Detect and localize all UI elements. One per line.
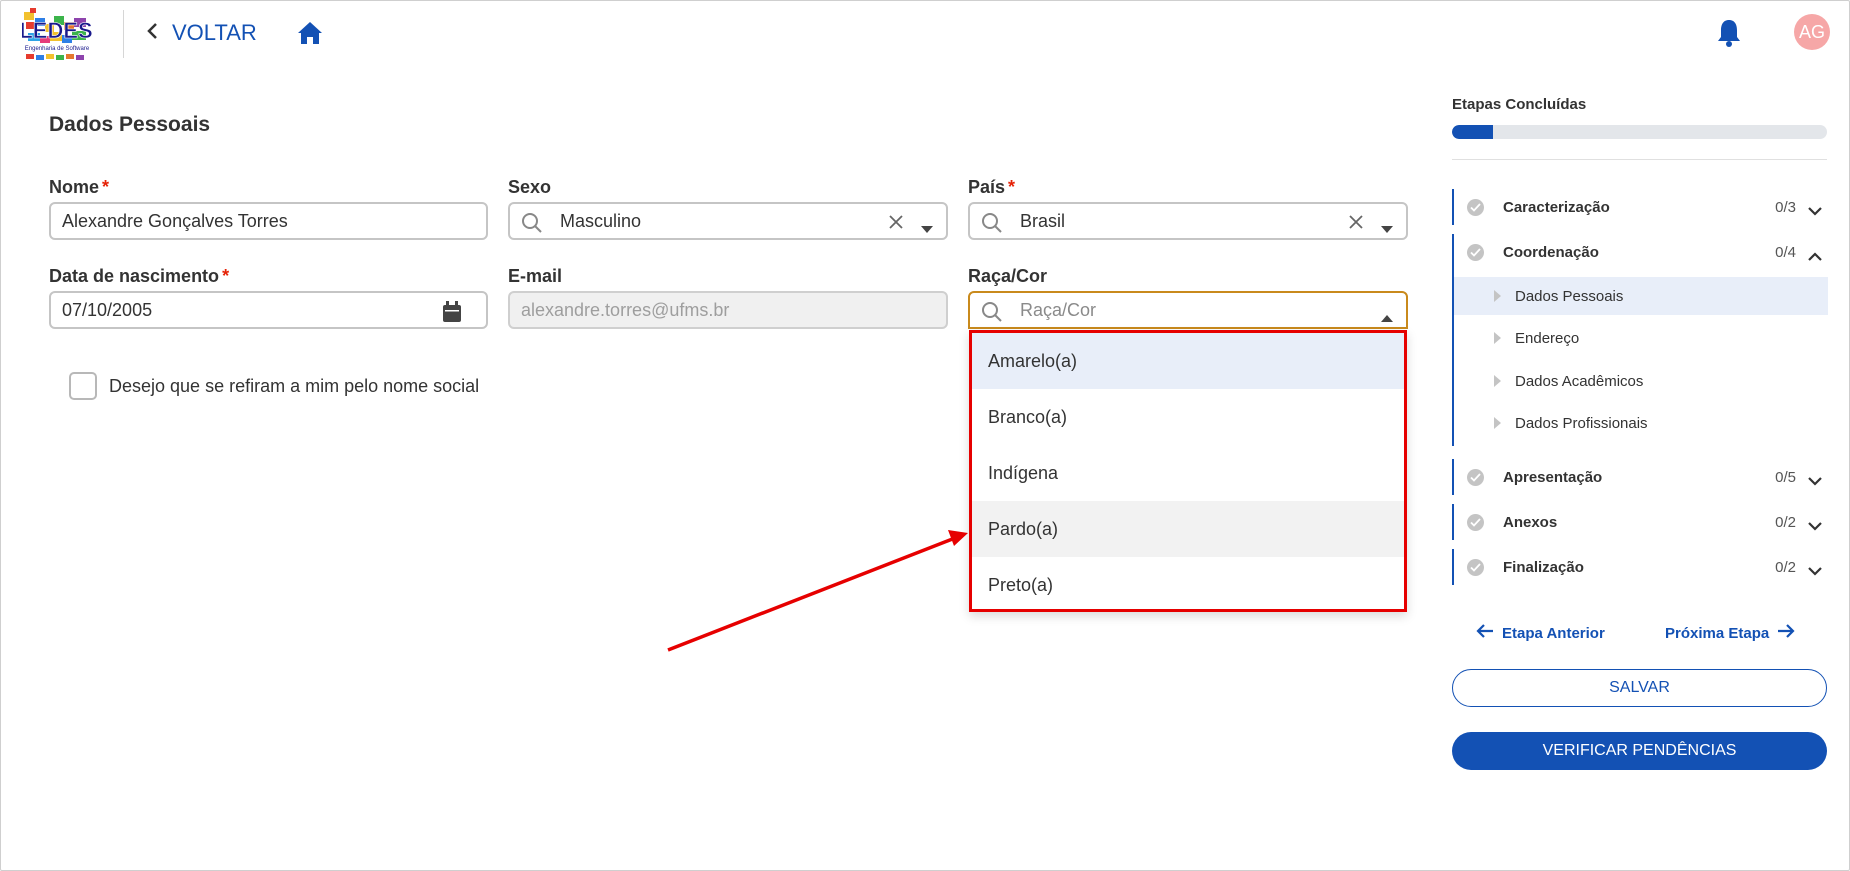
check-circle-icon bbox=[1467, 243, 1484, 261]
nome-value: Alexandre Gonçalves Torres bbox=[62, 210, 288, 231]
clear-icon[interactable] bbox=[1348, 214, 1364, 230]
search-icon bbox=[981, 301, 1003, 323]
avatar-initials: AG bbox=[1798, 21, 1825, 42]
chevron-down-icon[interactable] bbox=[1808, 473, 1822, 486]
raca-label: Raça/Cor bbox=[968, 266, 1048, 286]
svg-text:LEDES: LEDES bbox=[22, 18, 92, 43]
substep-label: Dados Profissionais bbox=[1515, 414, 1648, 432]
caret-up-icon[interactable] bbox=[1380, 307, 1394, 322]
nascimento-input[interactable]: 07/10/2005 bbox=[49, 291, 488, 329]
calendar-icon[interactable] bbox=[442, 301, 462, 323]
check-circle-icon bbox=[1467, 558, 1484, 576]
nome-label-text: Nome bbox=[49, 177, 100, 197]
page-title: Dados Pessoais bbox=[49, 113, 211, 136]
dropdown-option[interactable]: Pardo(a) bbox=[972, 501, 1404, 557]
step-label: Caracterização bbox=[1503, 198, 1610, 216]
dropdown-option[interactable]: Branco(a) bbox=[972, 389, 1404, 445]
arrow-right-icon bbox=[1777, 623, 1795, 643]
chevron-down-icon[interactable] bbox=[1808, 203, 1822, 216]
step-finalizacao[interactable]: Finalização 0/2 bbox=[1452, 549, 1830, 585]
check-circle-icon bbox=[1467, 198, 1484, 216]
caret-right-icon bbox=[1494, 375, 1501, 387]
required-mark: * bbox=[102, 177, 110, 197]
prev-step-button[interactable]: Etapa Anterior bbox=[1476, 618, 1605, 648]
back-label: VOLTAR bbox=[172, 20, 257, 45]
caret-right-icon bbox=[1494, 290, 1501, 302]
raca-select[interactable]: Raça/Cor bbox=[968, 291, 1408, 329]
nome-input[interactable]: Alexandre Gonçalves Torres bbox=[49, 202, 488, 240]
nascimento-label: Data de nascimento * bbox=[49, 266, 229, 287]
nascimento-value: 07/10/2005 bbox=[62, 299, 153, 320]
nome-label: Nome * bbox=[49, 177, 109, 198]
chevron-left-icon bbox=[146, 20, 158, 46]
raca-dropdown-list: Amarelo(a) Branco(a) Indígena Pardo(a) P… bbox=[969, 330, 1407, 612]
step-label: Finalização bbox=[1503, 558, 1584, 576]
check-circle-icon bbox=[1467, 513, 1484, 531]
svg-text:Engenharia de Software: Engenharia de Software bbox=[25, 46, 90, 52]
dropdown-option[interactable]: Preto(a) bbox=[972, 557, 1404, 613]
header-divider bbox=[123, 10, 124, 58]
panel-divider bbox=[1452, 159, 1827, 160]
nascimento-label-text: Data de nascimento bbox=[49, 266, 220, 286]
caret-down-icon[interactable] bbox=[1380, 218, 1394, 233]
substep-dados-pessoais[interactable]: Dados Pessoais bbox=[1454, 277, 1828, 315]
email-value: alexandre.torres@ufms.br bbox=[521, 299, 730, 320]
nome-social-checkbox[interactable] bbox=[69, 372, 97, 400]
step-anexos[interactable]: Anexos 0/2 bbox=[1452, 504, 1830, 540]
sexo-select[interactable]: Masculino bbox=[508, 202, 948, 240]
chevron-down-icon[interactable] bbox=[1808, 563, 1822, 576]
email-label: E-mail bbox=[508, 266, 563, 286]
pais-label: País * bbox=[968, 177, 1015, 198]
step-coordenacao[interactable]: Coordenação 0/4 bbox=[1452, 234, 1830, 270]
arrow-left-icon bbox=[1476, 623, 1494, 643]
search-icon bbox=[521, 212, 543, 234]
required-mark: * bbox=[222, 266, 230, 286]
back-button[interactable]: VOLTAR bbox=[146, 18, 257, 48]
dropdown-option[interactable]: Amarelo(a) bbox=[972, 333, 1404, 389]
step-count: 0/5 bbox=[1775, 468, 1796, 486]
bell-icon[interactable] bbox=[1716, 18, 1742, 48]
caret-down-icon[interactable] bbox=[920, 218, 934, 233]
substep-dados-profissionais[interactable]: Dados Profissionais bbox=[1454, 404, 1828, 442]
substep-endereco[interactable]: Endereço bbox=[1454, 319, 1828, 357]
caret-right-icon bbox=[1494, 332, 1501, 344]
next-step-button[interactable]: Próxima Etapa bbox=[1665, 618, 1795, 648]
required-mark: * bbox=[1008, 177, 1016, 197]
clear-icon[interactable] bbox=[888, 214, 904, 230]
step-label: Anexos bbox=[1503, 513, 1558, 531]
chevron-down-icon[interactable] bbox=[1808, 518, 1822, 531]
progress-fill bbox=[1452, 125, 1494, 139]
sexo-label: Sexo bbox=[508, 177, 552, 197]
chevron-up-icon[interactable] bbox=[1808, 248, 1822, 261]
home-icon[interactable] bbox=[296, 20, 324, 48]
dropdown-option[interactable]: Indígena bbox=[972, 445, 1404, 501]
prev-step-label: Etapa Anterior bbox=[1502, 624, 1605, 642]
next-step-label: Próxima Etapa bbox=[1665, 624, 1770, 642]
verify-pending-button[interactable]: VERIFICAR PENDÊNCIAS bbox=[1452, 732, 1827, 770]
nome-social-label: Desejo que se refiram a mim pelo nome so… bbox=[109, 376, 480, 396]
substep-label: Dados Acadêmicos bbox=[1515, 372, 1644, 390]
user-avatar[interactable]: AG bbox=[1794, 14, 1830, 50]
step-count: 0/4 bbox=[1775, 243, 1796, 261]
save-button[interactable]: SALVAR bbox=[1452, 669, 1827, 707]
ledes-logo: LEDES Engenharia de Software bbox=[19, 8, 93, 64]
step-count: 0/2 bbox=[1775, 513, 1796, 531]
step-count: 0/3 bbox=[1775, 198, 1796, 216]
check-circle-icon bbox=[1467, 468, 1484, 486]
step-apresentacao[interactable]: Apresentação 0/5 bbox=[1452, 459, 1830, 495]
step-label: Coordenação bbox=[1503, 243, 1599, 261]
step-caracterizacao[interactable]: Caracterização 0/3 bbox=[1452, 189, 1830, 225]
step-count: 0/2 bbox=[1775, 558, 1796, 576]
step-label: Apresentação bbox=[1503, 468, 1603, 486]
progress-bar bbox=[1452, 125, 1827, 139]
steps-title: Etapas Concluídas bbox=[1452, 96, 1587, 113]
pais-label-text: País bbox=[968, 177, 1006, 197]
substep-label: Dados Pessoais bbox=[1515, 287, 1624, 305]
substep-dados-academicos[interactable]: Dados Acadêmicos bbox=[1454, 362, 1828, 400]
caret-right-icon bbox=[1494, 417, 1501, 429]
search-icon bbox=[981, 212, 1003, 234]
email-input: alexandre.torres@ufms.br bbox=[508, 291, 948, 329]
substep-label: Endereço bbox=[1515, 329, 1580, 347]
pais-select[interactable]: Brasil bbox=[968, 202, 1408, 240]
